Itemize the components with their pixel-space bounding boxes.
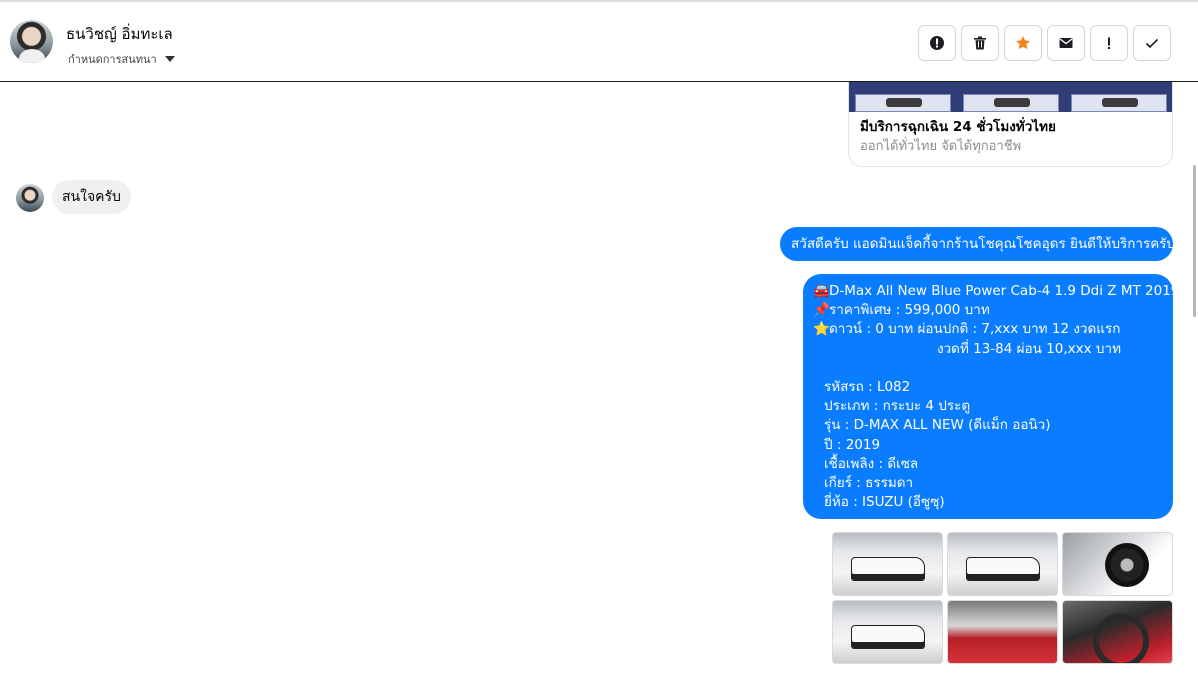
listing-code: รหัสรถ : L082 [824, 378, 911, 395]
contact-avatar[interactable] [10, 20, 53, 63]
listing-down-line: ⭐ดาวน์ : 0 บาท ผ่อนปกติ : 7,xxx บาท 12 ง… [813, 320, 1163, 339]
ad-card-image [849, 82, 1172, 112]
listing-blank-line [813, 359, 1163, 378]
car-photo-side[interactable] [947, 532, 1058, 596]
report-spam-button[interactable] [918, 25, 956, 61]
photo-gallery [832, 532, 1173, 664]
contact-name[interactable]: ธนวิชญ์ อิ่มทะเล [66, 22, 173, 46]
caret-down-icon [164, 56, 175, 62]
car-photo-wheel[interactable] [1062, 532, 1173, 596]
outgoing-greeting-message[interactable]: สวัสดีครับ แอดมินแจ็คกี้จากร้านโชคุณโชคอ… [780, 227, 1175, 261]
sender-avatar[interactable] [16, 184, 44, 212]
ad-card[interactable]: มีบริการฉุกเฉิน 24 ชั่วโมงทั่วไทย ออกได้… [848, 82, 1173, 167]
listing-price: ราคาพิเศษ : 599,000 บาท [829, 302, 990, 319]
car-photo-steering-wheel[interactable] [1062, 600, 1173, 664]
conversation-settings-label: กำหนดการสนทนา [68, 53, 157, 66]
car-photo-rear-angle[interactable] [832, 532, 943, 596]
car-thumbnail [963, 94, 1059, 112]
star-emoji-icon: ⭐ [813, 321, 830, 338]
listing-down-payment: ดาวน์ : 0 บาท ผ่อนปกติ : 7,xxx บาท 12 งว… [829, 321, 1121, 338]
trash-icon [974, 36, 986, 50]
star-icon [1016, 36, 1030, 50]
listing-title-line: 🚘D-Max All New Blue Power Cab-4 1.9 Ddi … [813, 282, 1179, 301]
exclamation-icon [1108, 37, 1110, 49]
ad-card-subtitle: ออกได้ทั่วไทย จัดได้ทุกอาชีพ [860, 139, 1022, 154]
envelope-icon [1059, 38, 1073, 48]
incoming-message[interactable]: สนใจครับ [52, 180, 131, 214]
star-button[interactable] [1004, 25, 1042, 61]
pin-emoji-icon: 📌 [813, 302, 830, 319]
listing-model: รุ่น : D-MAX ALL NEW (ดีแม็ก ออนิว) [824, 417, 1051, 434]
listing-fuel: เชื้อเพลิง : ดีเซล [824, 455, 919, 472]
listing-brand: ยี่ห้อ : ISUZU (อีซูซุ) [824, 494, 945, 511]
alert-circle-icon [930, 36, 944, 50]
ad-card-title: มีบริการฉุกเฉิน 24 ชั่วโมงทั่วไทย [860, 119, 1056, 135]
car-emoji-icon: 🚘 [813, 283, 830, 299]
listing-title: D-Max All New Blue Power Cab-4 1.9 Ddi Z… [829, 283, 1180, 299]
car-photo-seats[interactable] [947, 600, 1058, 664]
mark-done-button[interactable] [1133, 25, 1171, 61]
outgoing-listing-message[interactable]: 🚘D-Max All New Blue Power Cab-4 1.9 Ddi … [803, 274, 1179, 519]
car-thumbnail [1071, 94, 1167, 112]
car-thumbnail [855, 94, 951, 112]
header-actions [918, 25, 1171, 61]
listing-price-line: 📌ราคาพิเศษ : 599,000 บาท [813, 301, 1163, 320]
car-photo-side-2[interactable] [832, 600, 943, 664]
check-icon [1145, 38, 1159, 49]
listing-year: ปี : 2019 [824, 436, 881, 453]
listing-installment: งวดที่ 13-84 ผ่อน 10,xxx บาท [937, 340, 1121, 357]
listing-type: ประเภท : กระบะ 4 ประตู [824, 398, 971, 415]
delete-button[interactable] [961, 25, 999, 61]
conversation-settings-dropdown[interactable]: กำหนดการสนทนา [68, 50, 175, 68]
listing-gear: เกียร์ : ธรรมดา [824, 474, 914, 491]
conversation-header: ธนวิชญ์ อิ่มทะเล กำหนดการสนทนา [0, 0, 1198, 82]
scrollbar-thumb[interactable] [1193, 165, 1196, 317]
follow-up-button[interactable] [1090, 25, 1128, 61]
mark-unread-button[interactable] [1047, 25, 1085, 61]
